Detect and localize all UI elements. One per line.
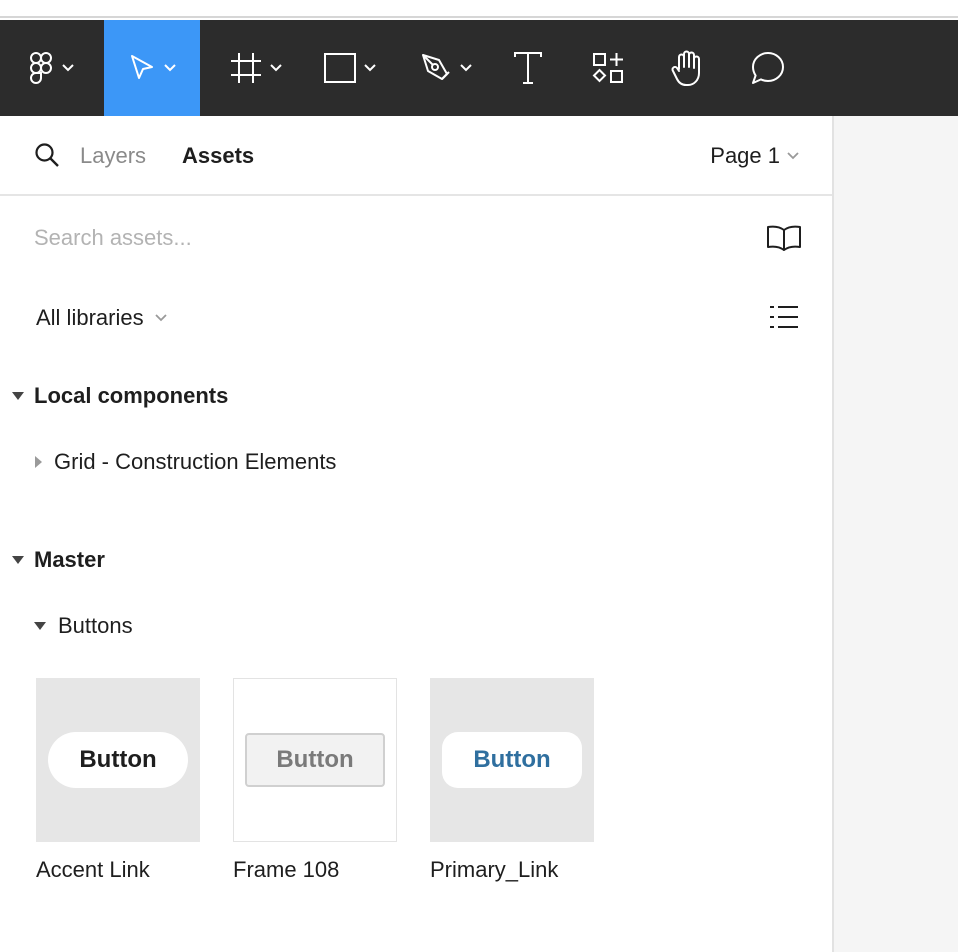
- assets-panel: Layers Assets Page 1 All libraries Local…: [0, 116, 832, 952]
- tab-assets[interactable]: Assets: [182, 142, 254, 170]
- tab-layers[interactable]: Layers: [80, 142, 146, 170]
- chevron-down-icon: [364, 64, 376, 72]
- section-title: Master: [34, 547, 105, 572]
- section-title: Local components: [34, 383, 229, 408]
- hand-icon: [671, 50, 700, 86]
- page-selector-label: Page 1: [710, 143, 780, 168]
- frame-hash-icon: [231, 53, 261, 83]
- group-buttons[interactable]: Buttons: [34, 612, 133, 640]
- button-preview: Button: [442, 732, 582, 788]
- chevron-down-icon: [460, 64, 472, 72]
- section-master[interactable]: Master: [12, 546, 105, 574]
- component-name: Accent Link: [36, 857, 150, 882]
- cursor-arrow-icon: [131, 55, 153, 79]
- comment-bubble-icon: [752, 52, 784, 84]
- component-tile-accent-link[interactable]: Button: [36, 678, 200, 842]
- pen-tool-button[interactable]: [408, 20, 484, 116]
- hand-tool-button[interactable]: [658, 20, 718, 116]
- resources-shapes-icon: [592, 53, 623, 83]
- button-preview: Button: [245, 733, 385, 787]
- window-top-strip: [0, 0, 958, 18]
- text-t-icon: [514, 52, 542, 84]
- list-view-icon[interactable]: [770, 304, 798, 330]
- chevron-down-icon: [164, 64, 176, 72]
- chevron-down-icon: [787, 152, 799, 160]
- library-filter-dropdown[interactable]: All libraries: [36, 304, 168, 332]
- page-selector[interactable]: Page 1: [710, 142, 800, 170]
- chevron-down-icon: [154, 314, 167, 322]
- canvas-area[interactable]: [832, 116, 958, 952]
- main-menu-button[interactable]: [18, 20, 84, 116]
- toolbar: [0, 20, 958, 116]
- search-assets-input[interactable]: [34, 224, 734, 252]
- comment-tool-button[interactable]: [738, 20, 798, 116]
- button-preview: Button: [48, 732, 188, 788]
- component-tile-primary-link[interactable]: Button: [430, 678, 594, 842]
- triangle-down-icon: [34, 622, 46, 630]
- component-tile-frame-108[interactable]: Button: [233, 678, 397, 842]
- text-tool-button[interactable]: [500, 20, 556, 116]
- library-filter-label: All libraries: [36, 305, 144, 330]
- chevron-down-icon: [270, 64, 282, 72]
- component-name: Primary_Link: [430, 857, 559, 882]
- component-name: Frame 108: [233, 857, 340, 882]
- shape-tool-button[interactable]: [312, 20, 388, 116]
- frame-tool-button[interactable]: [218, 20, 294, 116]
- library-book-icon[interactable]: [766, 224, 802, 252]
- pen-nib-icon: [422, 54, 450, 80]
- triangle-down-icon: [12, 392, 24, 400]
- group-grid-construction[interactable]: Grid - Construction Elements: [34, 448, 336, 476]
- panel-tabs: Layers Assets Page 1: [0, 116, 832, 196]
- search-icon[interactable]: [34, 142, 60, 168]
- group-label: Buttons: [58, 613, 133, 638]
- section-local-components[interactable]: Local components: [12, 382, 228, 410]
- resources-button[interactable]: [580, 20, 636, 116]
- chevron-down-icon: [62, 64, 74, 72]
- triangle-down-icon: [12, 556, 24, 564]
- group-label: Grid - Construction Elements: [54, 449, 337, 474]
- triangle-right-icon: [35, 456, 42, 468]
- rectangle-icon: [324, 53, 356, 83]
- move-tool-button[interactable]: [104, 20, 200, 116]
- figma-logo-icon: [29, 52, 52, 84]
